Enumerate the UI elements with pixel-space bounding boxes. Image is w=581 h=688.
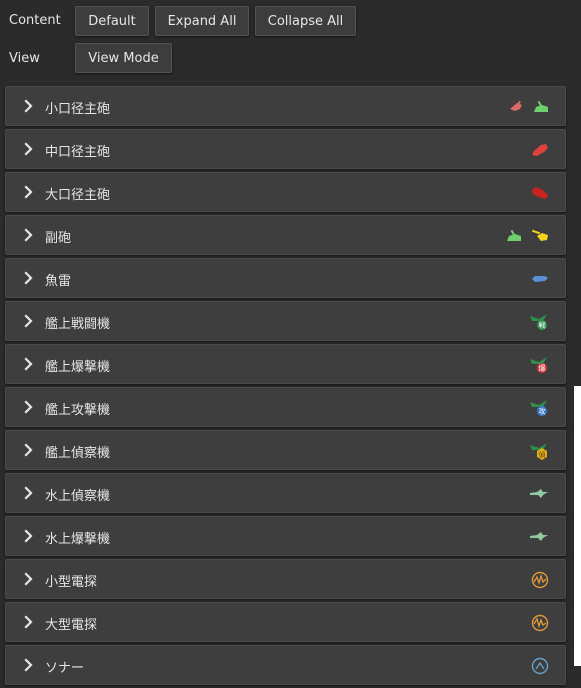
category-label: 艦上攻撃機 xyxy=(45,403,111,418)
category-row[interactable]: 小型電探 xyxy=(5,559,566,599)
chevron-right-icon[interactable] xyxy=(23,657,35,673)
category-icons: 爆 xyxy=(529,355,549,375)
svg-text:戦: 戦 xyxy=(539,321,546,330)
category-icons xyxy=(531,570,549,590)
small-main-gun-red-icon xyxy=(508,100,524,114)
chevron-right-icon[interactable] xyxy=(23,442,35,458)
category-row[interactable]: 艦上攻撃機 攻 xyxy=(5,387,566,427)
torpedo-icon xyxy=(531,273,549,285)
chevron-right-icon[interactable] xyxy=(23,184,35,200)
medium-main-gun-icon xyxy=(531,142,549,158)
category-icons xyxy=(531,269,549,289)
view-toolbar: View View Mode xyxy=(0,43,581,77)
carrier-torpedo-bomber-icon: 攻 xyxy=(529,398,549,418)
category-row[interactable]: 大型電探 xyxy=(5,602,566,642)
category-label: 小口径主砲 xyxy=(45,102,111,117)
category-icons xyxy=(531,656,549,676)
chevron-right-icon[interactable] xyxy=(23,399,35,415)
small-radar-icon xyxy=(531,571,549,589)
category-label: ソナー xyxy=(45,661,85,676)
category-icons xyxy=(531,613,549,633)
category-icons: 戦 xyxy=(529,312,549,332)
category-row[interactable]: ソナー xyxy=(5,645,566,685)
category-row[interactable]: 魚雷 xyxy=(5,258,566,298)
category-row[interactable]: 艦上戦闘機 戦 xyxy=(5,301,566,341)
category-icons: 攻 xyxy=(529,398,549,418)
secondary-gun-yellow-icon xyxy=(531,229,549,243)
large-main-gun-icon xyxy=(531,185,549,201)
category-icons xyxy=(506,226,549,246)
chevron-right-icon[interactable] xyxy=(23,270,35,286)
category-icons xyxy=(529,527,549,547)
carrier-fighter-icon: 戦 xyxy=(529,312,549,332)
svg-text:爆: 爆 xyxy=(539,364,546,373)
content-toolbar: Content Default Expand All Collapse All xyxy=(0,6,581,40)
chevron-right-icon[interactable] xyxy=(23,313,35,329)
category-label: 艦上爆撃機 xyxy=(45,360,111,375)
view-label: View xyxy=(9,51,40,66)
category-label: 艦上偵察機 xyxy=(45,446,111,461)
chevron-right-icon[interactable] xyxy=(23,227,35,243)
category-label: 魚雷 xyxy=(45,274,72,289)
category-label: 中口径主砲 xyxy=(45,145,111,160)
category-icons xyxy=(531,140,549,160)
large-radar-icon xyxy=(531,614,549,632)
svg-text:攻: 攻 xyxy=(539,407,546,416)
small-main-gun-green-icon xyxy=(533,100,549,114)
category-row[interactable]: 艦上偵察機 偵 xyxy=(5,430,566,470)
category-row[interactable]: 水上爆撃機 xyxy=(5,516,566,556)
category-label: 艦上戦闘機 xyxy=(45,317,111,332)
content-label: Content xyxy=(9,13,61,28)
category-icons: 偵 xyxy=(529,441,549,461)
category-label: 水上偵察機 xyxy=(45,489,111,504)
chevron-right-icon[interactable] xyxy=(23,356,35,372)
category-icons xyxy=(529,484,549,504)
carrier-recon-icon: 偵 xyxy=(529,441,549,461)
category-icons xyxy=(531,183,549,203)
carrier-dive-bomber-icon: 爆 xyxy=(529,355,549,375)
default-button[interactable]: Default xyxy=(75,6,149,36)
collapse-all-button[interactable]: Collapse All xyxy=(255,6,356,36)
chevron-right-icon[interactable] xyxy=(23,98,35,114)
category-row[interactable]: 艦上爆撃機 爆 xyxy=(5,344,566,384)
seaplane-recon-icon xyxy=(529,487,549,501)
category-row[interactable]: 中口径主砲 xyxy=(5,129,566,169)
chevron-right-icon[interactable] xyxy=(23,485,35,501)
expand-all-button[interactable]: Expand All xyxy=(155,6,249,36)
category-row[interactable]: 大口径主砲 xyxy=(5,172,566,212)
chevron-right-icon[interactable] xyxy=(23,141,35,157)
category-label: 大口径主砲 xyxy=(45,188,111,203)
category-row[interactable]: 副砲 xyxy=(5,215,566,255)
category-label: 大型電探 xyxy=(45,618,98,633)
chevron-right-icon[interactable] xyxy=(23,614,35,630)
svg-text:偵: 偵 xyxy=(539,450,546,459)
seaplane-bomber-icon xyxy=(529,530,549,544)
secondary-gun-green-icon xyxy=(506,229,522,243)
chevron-right-icon[interactable] xyxy=(23,528,35,544)
window-edge xyxy=(574,386,581,666)
view-mode-button[interactable]: View Mode xyxy=(75,43,172,73)
category-row[interactable]: 小口径主砲 xyxy=(5,86,566,126)
chevron-right-icon[interactable] xyxy=(23,571,35,587)
category-label: 小型電探 xyxy=(45,575,98,590)
category-row[interactable]: 水上偵察機 xyxy=(5,473,566,513)
category-icons xyxy=(508,97,549,117)
category-label: 水上爆撃機 xyxy=(45,532,111,547)
category-list: 小口径主砲中口径主砲大口径主砲副砲魚雷艦上戦闘機 戦艦上爆撃機 爆艦上攻撃機 攻艦上偵… xyxy=(5,86,566,688)
sonar-icon xyxy=(531,657,549,675)
category-label: 副砲 xyxy=(45,231,72,246)
